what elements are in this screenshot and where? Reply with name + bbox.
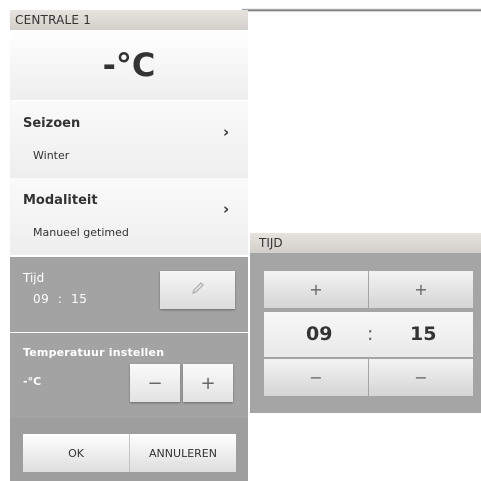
- pencil-icon: [190, 280, 206, 300]
- seizoen-row[interactable]: Seizoen Winter ›: [10, 101, 248, 178]
- modaliteit-value: Manueel getimed: [33, 226, 129, 239]
- dialog-footer: OK ANNULEREN: [10, 418, 248, 481]
- time-picker-dialog: TIJD + + 09 : 15 − −: [250, 233, 481, 413]
- tijd-section: Tijd 09 : 15: [10, 257, 248, 332]
- tijd-value: 09 : 15: [33, 292, 87, 306]
- time-separator: :: [367, 323, 374, 345]
- minute-value: 15: [410, 323, 437, 345]
- temperature-setting-label: Temperatuur instellen: [23, 346, 165, 359]
- tijd-label: Tijd: [23, 271, 45, 285]
- temperature-decrease-button[interactable]: −: [130, 364, 180, 402]
- tijd-separator: :: [57, 292, 63, 306]
- current-temperature: -°C: [10, 30, 248, 100]
- hour-decrease-button[interactable]: −: [264, 359, 368, 396]
- hour-value: 09: [306, 323, 333, 345]
- chevron-right-icon: ›: [223, 200, 230, 218]
- hour-increase-button[interactable]: +: [264, 271, 368, 308]
- chevron-right-icon: ›: [223, 123, 230, 141]
- temperature-setting-section: Temperatuur instellen -°C − +: [10, 333, 248, 418]
- temperature-increase-button[interactable]: +: [183, 364, 233, 402]
- panel-title: CENTRALE 1: [10, 10, 248, 30]
- time-picker-title: TIJD: [250, 233, 481, 253]
- temperature-setting-value: -°C: [23, 375, 42, 388]
- cancel-button[interactable]: ANNULEREN: [129, 434, 236, 472]
- ok-button[interactable]: OK: [23, 434, 129, 472]
- modaliteit-label: Modaliteit: [23, 193, 98, 208]
- tijd-minutes: 15: [71, 292, 88, 306]
- time-readout: 09 : 15: [264, 312, 473, 357]
- background-strip: [242, 0, 481, 12]
- minute-increase-button[interactable]: +: [369, 271, 473, 308]
- modaliteit-row[interactable]: Modaliteit Manueel getimed ›: [10, 178, 248, 255]
- thermostat-panel: CENTRALE 1 -°C Seizoen Winter › Modalite…: [10, 0, 248, 481]
- edit-time-button[interactable]: [160, 271, 235, 309]
- seizoen-value: Winter: [33, 149, 70, 162]
- seizoen-label: Seizoen: [23, 116, 81, 131]
- tijd-hours: 09: [33, 292, 50, 306]
- minute-decrease-button[interactable]: −: [369, 359, 473, 396]
